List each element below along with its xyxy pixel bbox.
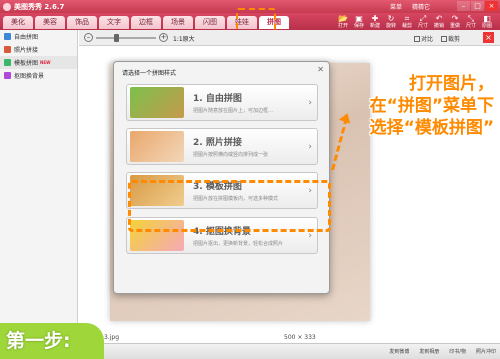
size2-button[interactable]: ⤡ 尺寸 [463, 14, 479, 30]
crop-canvas-button[interactable]: 裁剪 [440, 34, 460, 43]
sidebar-item-photo-stitch[interactable]: 照片拼接 [0, 43, 77, 56]
sidebar-item-label: 自由拼图 [14, 34, 39, 41]
title-links: 菜单 猜猜它 [390, 2, 430, 11]
canvas-toolbar: – + 1:1原大 对比 裁剪 × [79, 30, 500, 46]
template-collage-icon [4, 59, 11, 66]
instruction-annotation: 打开图片， 在“拼图”菜单下 选择“模板拼图” [329, 73, 494, 139]
option-photo-stitch[interactable]: 2. 照片拼接 把图片按照横向或竖向排列成一张 › [126, 128, 318, 165]
tab-border[interactable]: 边框 [131, 16, 161, 29]
size-icon: ⤢ [419, 14, 427, 23]
save-icon: ▣ [355, 14, 363, 23]
app-logo-icon [3, 2, 11, 11]
chevron-right-icon: › [308, 142, 312, 152]
photo-stitch-thumbnail [130, 131, 184, 162]
canvas-toolbar-right: 对比 裁剪 [413, 34, 460, 43]
option-title: 1. 自由拼图 [193, 94, 242, 104]
sidebar-item-free-collage[interactable]: 自由拼图 [0, 30, 77, 43]
zoom-slider[interactable] [96, 37, 156, 39]
tab-text[interactable]: 文字 [99, 16, 129, 29]
annotation-line: 在“拼图”菜单下 [369, 96, 494, 116]
option-desc: 把图片抠出，更换新背景，轻松合成照片 [193, 241, 284, 247]
new-badge: NEW [40, 60, 51, 65]
undo-button[interactable]: ↶ 撤销 [431, 14, 447, 30]
close-icon[interactable]: × [485, 1, 498, 11]
option-desc: 把图片随意放在图片上，可加边框… [193, 108, 274, 114]
size2-icon: ⤡ [467, 14, 475, 23]
maximize-icon[interactable]: □ [471, 1, 484, 11]
option-title: 2. 照片拼接 [193, 138, 242, 148]
step-badge: 第一步: [0, 323, 104, 359]
cutout-bg-icon [4, 72, 11, 79]
tab-accessories[interactable]: 饰品 [67, 16, 97, 29]
template-collage-highlight [128, 180, 331, 232]
original-button[interactable]: ◧ 原图 [479, 14, 495, 30]
file-name: 3.jpg [104, 334, 120, 341]
crop-button[interactable]: ⌗ 裁剪 [399, 14, 415, 30]
share-weibo-link[interactable]: 发到微博 [389, 348, 409, 355]
menu-link[interactable]: 菜单 [390, 2, 402, 11]
dialog-title: 请选择一个拼图样式 [122, 70, 177, 77]
sidebar-item-cutout-bg[interactable]: 抠图换背景 [0, 69, 77, 82]
redo-icon: ↷ [451, 14, 459, 23]
sidebar-item-template-collage[interactable]: 模板拼图 NEW [0, 56, 77, 69]
share-album-link[interactable]: 发到相册 [419, 348, 439, 355]
top-toolbar: 📂 打开 ▣ 保存 ✚ 新建 ↻ 旋转 ⌗ 裁剪 ⤢ 尺寸 ↶ 撤销 ↷ 重做 ⤡ 尺寸 ◧ 原图 [335, 14, 495, 30]
left-sidebar: 自由拼图 照片拼接 模板拼图 NEW 抠图换背景 [0, 30, 78, 343]
open-button[interactable]: 📂 打开 [335, 14, 351, 30]
undo-icon: ↶ [435, 14, 443, 23]
free-collage-icon [4, 33, 11, 40]
chevron-right-icon: › [308, 231, 312, 241]
dialog-close-icon[interactable]: ✕ [317, 65, 324, 74]
print-link[interactable]: 印书/物 [449, 348, 466, 355]
sidebar-item-label: 模板拼图 [14, 60, 39, 67]
sidebar-item-label: 抠图换背景 [14, 73, 45, 80]
tab-beauty[interactable]: 美容 [35, 16, 65, 29]
chevron-right-icon: › [308, 98, 312, 108]
guess-link[interactable]: 猜猜它 [412, 2, 430, 11]
photo-stitch-icon [4, 46, 11, 53]
close-image-icon[interactable]: × [483, 32, 494, 43]
option-desc: 把图片按照横向或竖向排列成一张 [193, 152, 269, 158]
tab-flash[interactable]: 闪图 [195, 16, 225, 29]
status-bar: 发到微博 发到相册 印书/物 照片冲印 [104, 343, 500, 359]
collage-style-dialog: 请选择一个拼图样式 ✕ 1. 自由拼图 把图片随意放在图片上，可加边框… › 2… [113, 61, 330, 294]
original-icon: ◧ [483, 14, 491, 23]
annotation-line: 选择“模板拼图” [369, 118, 494, 138]
zoom-actual-size[interactable]: 1:1原大 [173, 34, 195, 43]
photo-print-link[interactable]: 照片冲印 [476, 348, 496, 355]
zoom-slider-knob[interactable] [114, 34, 119, 42]
annotation-line: 打开图片， [409, 74, 494, 94]
free-collage-thumbnail [130, 87, 184, 118]
sidebar-item-label: 照片拼接 [14, 47, 39, 54]
zoom-in-icon[interactable]: + [159, 33, 168, 42]
status-links: 发到微博 发到相册 印书/物 照片冲印 [389, 348, 496, 355]
rotate-icon: ↻ [387, 14, 395, 23]
tab-beautify[interactable]: 美化 [3, 16, 33, 29]
window-controls: – □ × [457, 1, 498, 11]
crop-icon: ⌗ [404, 14, 410, 23]
size-button[interactable]: ⤢ 尺寸 [415, 14, 431, 30]
open-icon: 📂 [338, 14, 348, 23]
image-dimensions: 500 × 333 [284, 334, 316, 341]
app-title: 美图秀秀 2.6.7 [14, 2, 65, 11]
crop-canvas-icon [440, 35, 447, 42]
compare-icon [413, 35, 420, 42]
redo-button[interactable]: ↷ 重做 [447, 14, 463, 30]
new-icon: ✚ [371, 14, 379, 23]
minimize-icon[interactable]: – [457, 1, 470, 11]
zoom-out-icon[interactable]: – [84, 33, 93, 42]
new-button[interactable]: ✚ 新建 [367, 14, 383, 30]
compare-button[interactable]: 对比 [413, 34, 433, 43]
tab-scene[interactable]: 场景 [163, 16, 193, 29]
option-free-collage[interactable]: 1. 自由拼图 把图片随意放在图片上，可加边框… › [126, 84, 318, 121]
save-button[interactable]: ▣ 保存 [351, 14, 367, 30]
rotate-button[interactable]: ↻ 旋转 [383, 14, 399, 30]
